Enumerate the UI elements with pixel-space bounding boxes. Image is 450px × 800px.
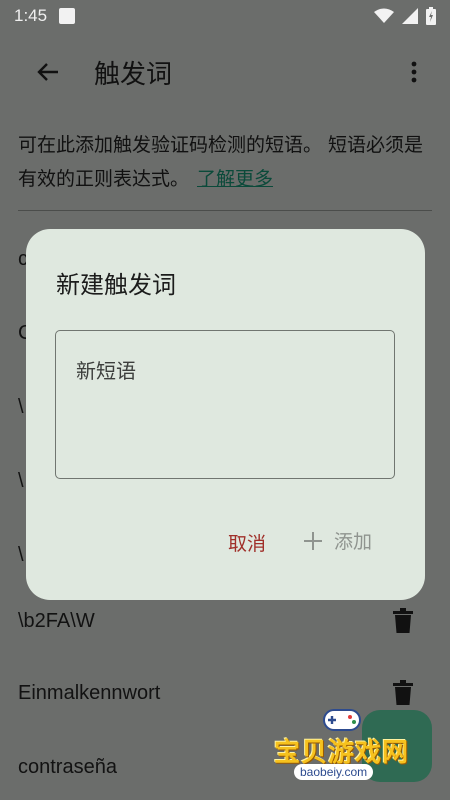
list-item-label: \ — [18, 543, 24, 566]
status-time: 1:45 — [14, 6, 48, 25]
list-item-label: Einmalkennwort — [18, 681, 161, 704]
add-button[interactable]: 添加 — [304, 527, 372, 554]
phrase-input[interactable]: 新短语 — [55, 330, 395, 479]
watermark-domain: baobeiy.com — [294, 764, 374, 780]
delete-icon[interactable] — [392, 680, 414, 706]
new-trigger-dialog: 新建触发词 新短语 取消 添加 — [26, 229, 425, 600]
page-title: 触发词 — [94, 59, 173, 90]
wifi-icon — [374, 8, 394, 23]
arrow-back-icon — [37, 63, 58, 81]
divider — [18, 210, 432, 211]
list-item-label: \ — [18, 469, 24, 492]
list-item-label: contraseña — [18, 755, 117, 778]
gamepad-logo-icon — [323, 709, 361, 731]
app-bar: 触发词 — [0, 40, 450, 104]
plus-icon — [304, 531, 322, 550]
dialog-title: 新建触发词 — [56, 271, 176, 299]
status-bar: 1:45 — [0, 0, 450, 32]
cancel-button[interactable]: 取消 — [228, 529, 266, 556]
learn-more-link[interactable]: 了解更多 — [197, 168, 273, 190]
more-vert-icon — [411, 61, 417, 83]
more-options-button[interactable] — [402, 52, 426, 92]
list-item-label: \b2FA\W — [18, 609, 95, 632]
notification-icon — [59, 8, 76, 24]
description: 可在此添加触发验证码检测的短语。 短语必须是有效的正则表达式。 了解更多 — [18, 128, 434, 196]
add-button-label: 添加 — [334, 531, 373, 553]
battery-icon — [426, 7, 436, 25]
list-item-label: \ — [18, 395, 24, 418]
signal-icon — [402, 8, 418, 24]
status-icons — [374, 7, 436, 25]
watermark: 宝贝游戏网 baobeiy.com — [268, 704, 434, 788]
delete-icon[interactable] — [392, 608, 414, 634]
back-button[interactable] — [28, 52, 68, 92]
phrase-input-placeholder: 新短语 — [76, 359, 136, 383]
